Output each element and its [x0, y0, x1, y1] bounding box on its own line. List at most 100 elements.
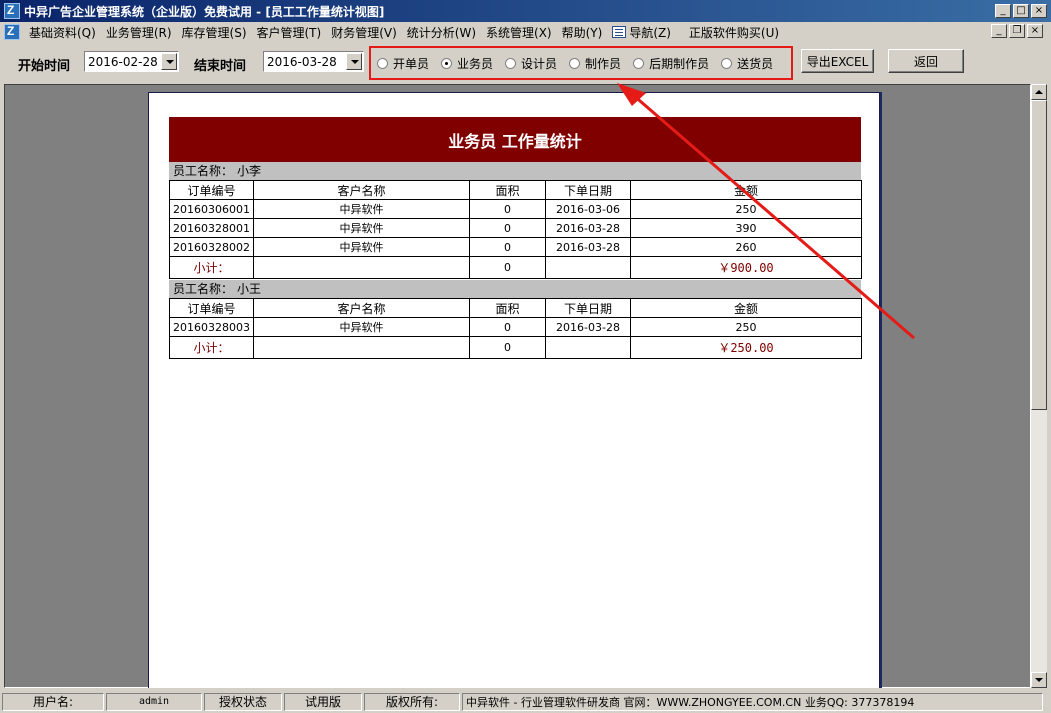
app-logo-icon [4, 3, 20, 19]
maximize-icon[interactable]: □ [1013, 4, 1029, 18]
menu-system[interactable]: 系统管理(X) [481, 24, 557, 41]
vertical-scrollbar[interactable] [1031, 84, 1047, 688]
radio-producer-circle[interactable] [569, 57, 581, 69]
end-date-dropdown-icon[interactable] [346, 53, 362, 70]
col-area: 面积 [469, 298, 546, 318]
radio-salesperson[interactable]: 业务员 [441, 55, 493, 72]
subtotal-row: 小计： 0 ￥900.00 [169, 256, 862, 279]
child-restore-icon[interactable]: ❐ [1009, 24, 1025, 38]
role-radio-group: 开单员 业务员 设计员 制作员 后期制作员 送货员 [369, 46, 793, 80]
status-auth-label: 授权状态 [204, 692, 282, 711]
col-order-date: 下单日期 [545, 180, 631, 200]
employee-label: 员工名称： [173, 282, 234, 296]
end-date-picker[interactable]: 2016-03-28 [263, 51, 364, 72]
back-button[interactable]: 返回 [888, 49, 964, 73]
report-table-1: 订单编号 客户名称 面积 下单日期 金额 20160306001 中异软件 0 … [169, 180, 862, 279]
subtotal-label: 小计： [169, 336, 254, 359]
radio-order-clerk[interactable]: 开单员 [377, 55, 429, 72]
scroll-thumb[interactable] [1031, 100, 1047, 410]
menu-inventory[interactable]: 库存管理(S) [177, 24, 252, 41]
menu-basic-data[interactable]: 基础资料(Q) [24, 24, 101, 41]
status-user-label: 用户名: [2, 692, 104, 711]
employee-name: 小王 [237, 282, 262, 296]
subtotal-empty [545, 256, 631, 279]
subtotal-label: 小计： [169, 256, 254, 279]
title-bar: 中异广告企业管理系统（企业版）免费试用 - [员工工作量统计视图] _ □ × [0, 0, 1051, 22]
status-auth-value: 试用版 [284, 692, 362, 711]
radio-producer-label: 制作员 [585, 56, 622, 71]
table-header-row: 订单编号 客户名称 面积 下单日期 金额 [169, 180, 862, 200]
minimize-icon[interactable]: _ [995, 4, 1011, 18]
cell-order-date: 2016-03-28 [545, 237, 631, 257]
col-area: 面积 [469, 180, 546, 200]
col-order-no: 订单编号 [169, 180, 254, 200]
menu-finance[interactable]: 财务管理(V) [326, 24, 402, 41]
subtotal-empty [545, 336, 631, 359]
scroll-up-icon[interactable] [1031, 84, 1047, 100]
navigation-icon [612, 26, 627, 38]
radio-order-clerk-circle[interactable] [377, 57, 388, 69]
radio-deliverer[interactable]: 送货员 [721, 55, 773, 72]
child-minimize-icon[interactable]: _ [991, 24, 1007, 38]
subtotal-row: 小计： 0 ￥250.00 [169, 336, 862, 359]
radio-post-producer-circle[interactable] [633, 57, 645, 69]
radio-designer-label: 设计员 [521, 56, 558, 71]
end-date-value: 2016-03-28 [267, 54, 337, 69]
menu-bar: 基础资料(Q) 业务管理(R) 库存管理(S) 客户管理(T) 财务管理(V) … [0, 22, 1051, 42]
start-date-picker[interactable]: 2016-02-28 [84, 51, 179, 72]
menu-navigation-label: 导航(Z) [629, 25, 671, 40]
subtotal-area: 0 [469, 256, 546, 279]
cell-order-no: 20160306001 [169, 199, 254, 219]
menu-statistics[interactable]: 统计分析(W) [402, 24, 481, 41]
cell-amount: 250 [630, 199, 862, 219]
menu-navigation[interactable]: 导航(Z) [607, 24, 676, 41]
cell-amount: 390 [630, 218, 862, 238]
end-date-label: 结束时间 [194, 59, 247, 74]
cell-amount: 250 [630, 317, 862, 337]
cell-order-no: 20160328001 [169, 218, 254, 238]
menu-customers[interactable]: 客户管理(T) [252, 24, 327, 41]
cell-customer: 中异软件 [253, 199, 470, 219]
radio-salesperson-label: 业务员 [457, 56, 494, 71]
radio-designer-circle[interactable] [505, 57, 517, 69]
cell-customer: 中异软件 [253, 237, 470, 257]
radio-producer[interactable]: 制作员 [569, 55, 621, 72]
menu-purchase[interactable]: 正版软件购买(U) [684, 24, 784, 41]
cell-order-no: 20160328003 [169, 317, 254, 337]
employee-label: 员工名称： [173, 164, 234, 178]
start-date-label: 开始时间 [18, 59, 71, 74]
subtotal-area: 0 [469, 336, 546, 359]
report-title: 业务员 工作量统计 [169, 117, 861, 162]
report-table-2: 订单编号 客户名称 面积 下单日期 金额 20160328003 中异软件 0 … [169, 298, 862, 359]
radio-order-clerk-label: 开单员 [393, 56, 430, 71]
table-row: 20160328002 中异软件 0 2016-03-28 260 [169, 237, 862, 257]
menu-business[interactable]: 业务管理(R) [101, 24, 177, 41]
table-row: 20160328001 中异软件 0 2016-03-28 390 [169, 218, 862, 238]
mdi-child-icon[interactable] [4, 24, 20, 40]
table-row: 20160328003 中异软件 0 2016-03-28 250 [169, 317, 862, 337]
start-date-value: 2016-02-28 [88, 54, 158, 69]
cell-order-date: 2016-03-28 [545, 317, 631, 337]
radio-post-producer-label: 后期制作员 [649, 56, 710, 71]
cell-area: 0 [469, 218, 546, 238]
close-icon[interactable]: × [1031, 4, 1047, 18]
radio-deliverer-circle[interactable] [721, 57, 733, 69]
radio-salesperson-circle[interactable] [441, 57, 453, 69]
child-close-icon[interactable]: × [1027, 24, 1043, 38]
table-row: 20160306001 中异软件 0 2016-03-06 250 [169, 199, 862, 219]
subtotal-empty [253, 336, 470, 359]
export-excel-button[interactable]: 导出EXCEL [801, 49, 874, 73]
table-header-row: 订单编号 客户名称 面积 下单日期 金额 [169, 298, 862, 318]
menu-help[interactable]: 帮助(Y) [557, 24, 608, 41]
scroll-down-icon[interactable] [1031, 672, 1047, 688]
cell-order-no: 20160328002 [169, 237, 254, 257]
radio-designer[interactable]: 设计员 [505, 55, 557, 72]
child-window-controls: _ ❐ × [991, 24, 1043, 38]
col-order-date: 下单日期 [545, 298, 631, 318]
col-customer: 客户名称 [253, 298, 470, 318]
status-bar: 用户名: admin 授权状态 试用版 版权所有: 中异软件 - 行业管理软件研… [0, 690, 1051, 713]
cell-customer: 中异软件 [253, 218, 470, 238]
cell-order-date: 2016-03-06 [545, 199, 631, 219]
start-date-dropdown-icon[interactable] [161, 53, 177, 70]
radio-post-producer[interactable]: 后期制作员 [633, 55, 709, 72]
